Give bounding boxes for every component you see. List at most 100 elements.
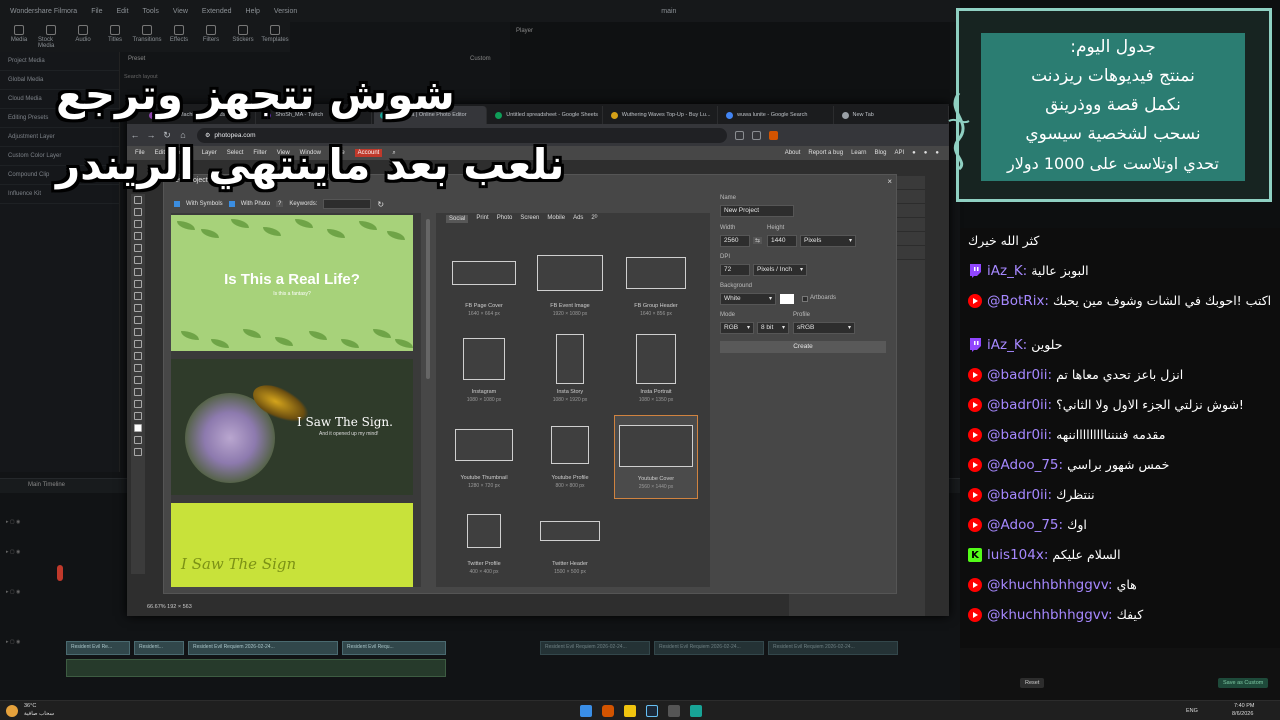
tool-stickers[interactable]: Stickers [230, 22, 256, 52]
tool-templates[interactable]: Templates [261, 22, 289, 52]
menu-version[interactable]: Version [274, 8, 297, 15]
name-input[interactable]: New Project [720, 205, 794, 217]
menu-help[interactable]: Help [246, 8, 260, 15]
bit-depth-select[interactable]: 8 bit [757, 322, 789, 334]
eyedropper-icon[interactable] [134, 256, 142, 264]
foreground-color-icon[interactable] [134, 424, 142, 432]
preset-tile[interactable]: Youtube Cover 2560 × 1440 px [614, 415, 698, 499]
preset-tile[interactable]: Insta Story 1080 × 1920 px [528, 329, 612, 413]
chat-username[interactable]: @khuchhbhhggvv: [987, 577, 1113, 593]
chat-username[interactable]: @khuchhbhhggvv: [987, 607, 1113, 623]
chat-username[interactable]: @badr0ii: [987, 397, 1052, 413]
chat-username[interactable]: iAz_K: [987, 263, 1027, 279]
chat-username[interactable]: luis104x: [987, 547, 1048, 563]
start-icon[interactable] [580, 705, 592, 717]
chat-username[interactable]: iAz_K: [987, 337, 1027, 353]
timeline-clip[interactable]: Resident Evil Requiem 2026-02-24... [768, 641, 898, 655]
home-icon[interactable]: ⌂ [175, 130, 191, 140]
link-report-bug[interactable]: Report a bug [808, 150, 843, 156]
filmora-icon[interactable] [690, 705, 702, 717]
chat-username[interactable]: @Adoo_75: [987, 457, 1063, 473]
preset-tile[interactable]: Twitter Profile 400 × 400 px [442, 501, 526, 585]
clock-date[interactable]: 8/6/2026 [1232, 711, 1253, 717]
preset-tile[interactable]: Twitter Header 1500 × 500 px [528, 501, 612, 585]
brave-icon[interactable] [602, 705, 614, 717]
chat-username[interactable]: @badr0ii: [987, 367, 1052, 383]
chat-username[interactable]: @badr0ii: [987, 487, 1052, 503]
weather-icon[interactable] [6, 705, 18, 717]
tool-effects[interactable]: Effects [166, 22, 192, 52]
width-input[interactable]: 2560 [720, 235, 750, 247]
link-learn[interactable]: Learn [851, 150, 866, 156]
blur-tool-icon[interactable] [134, 328, 142, 336]
chat-username[interactable]: @Adoo_75: [987, 517, 1063, 533]
crop-tool-icon[interactable] [134, 244, 142, 252]
tool-media[interactable]: Media [6, 22, 32, 52]
mode-select[interactable]: RGB [720, 322, 754, 334]
close-icon[interactable]: × [887, 177, 892, 186]
preset-tile[interactable]: Youtube Thumbnail 1280 × 720 px [442, 415, 526, 499]
left-item-project-media[interactable]: Project Media [0, 52, 119, 71]
magic-wand-icon[interactable] [134, 232, 142, 240]
tool-stock-media[interactable]: Stock Media [38, 22, 64, 52]
type-tool-icon[interactable] [134, 364, 142, 372]
file-explorer-icon[interactable] [624, 705, 636, 717]
facebook-icon[interactable]: ● [935, 150, 939, 156]
reddit-icon[interactable]: ● [912, 150, 916, 156]
tool-titles[interactable]: Titles [102, 22, 128, 52]
reset-button[interactable]: Reset [1020, 678, 1045, 688]
split-view-icon[interactable] [752, 130, 761, 140]
preset-tile[interactable]: FB Group Header 1640 × 856 px [614, 243, 698, 327]
link-blog[interactable]: Blog [874, 150, 886, 156]
preset-tile[interactable]: FB Event Image 1920 × 1080 px [528, 243, 612, 327]
browser-tab[interactable]: New Tab [836, 106, 949, 124]
eraser-icon[interactable] [134, 304, 142, 312]
clock-time[interactable]: 7:40 PM [1234, 703, 1254, 709]
tool-audio[interactable]: Audio [70, 22, 96, 52]
background-select[interactable]: White [720, 293, 776, 305]
browser-tab[interactable]: wuwa lunite - Google Search [720, 106, 834, 124]
audio-clip[interactable] [66, 659, 446, 677]
with-photo-checkbox[interactable] [228, 201, 235, 207]
preset-tile[interactable]: Youtube Profile 800 × 800 px [528, 415, 612, 499]
artboards-checkbox[interactable] [802, 296, 808, 302]
zoom-tool-icon[interactable] [134, 412, 142, 420]
dpi-input[interactable]: 72 [720, 264, 750, 276]
tab-print[interactable]: Print [476, 215, 488, 223]
pen-tool-icon[interactable] [134, 352, 142, 360]
browser-tab[interactable]: Untitled spreadsheet - Google Sheets [489, 106, 603, 124]
help-button[interactable]: ? [276, 201, 284, 207]
dodge-tool-icon[interactable] [134, 340, 142, 348]
steam-icon[interactable] [646, 705, 658, 717]
with-symbols-checkbox[interactable] [174, 201, 180, 207]
obs-icon[interactable] [668, 705, 680, 717]
site-info-icon[interactable]: ⚙ [205, 132, 210, 139]
height-input[interactable]: 1440 [767, 235, 797, 247]
keywords-input[interactable] [323, 199, 372, 209]
brush-tool-icon[interactable] [134, 280, 142, 288]
preset-tile[interactable]: Insta Portrait 1080 × 1350 px [614, 329, 698, 413]
gallery-scrollbar[interactable] [426, 219, 430, 379]
menu-extended[interactable]: Extended [202, 8, 232, 15]
chat-username[interactable]: @badr0ii: [987, 427, 1052, 443]
dpi-unit-select[interactable]: Pixels / Inch [753, 264, 807, 276]
link-about[interactable]: About [785, 150, 801, 156]
lasso-tool-icon[interactable] [134, 220, 142, 228]
tab-mobile[interactable]: Mobile [547, 215, 565, 223]
timeline-clip[interactable]: Resident Evil Requiem 2026-02-24... [654, 641, 764, 655]
menu-edit[interactable]: Edit [116, 8, 128, 15]
save-custom-button[interactable]: Save as Custom [1218, 678, 1269, 688]
forward-icon[interactable]: → [143, 130, 159, 140]
menu-file[interactable]: File [91, 8, 102, 15]
refresh-icon[interactable]: ↻ [377, 200, 384, 209]
tab-photo[interactable]: Photo [497, 215, 513, 223]
language-indicator[interactable]: ENG [1186, 708, 1198, 714]
menu-tools[interactable]: Tools [143, 8, 159, 15]
template-card[interactable]: I Saw The Sign. And it opened up my mind… [171, 359, 413, 495]
screen-mode-icon[interactable] [134, 448, 142, 456]
tab-screen[interactable]: Screen [520, 215, 539, 223]
template-card[interactable]: Is This a Real Life? Is this a fantasy? [171, 215, 413, 351]
link-dimensions-icon[interactable]: ⇆ [753, 237, 763, 244]
back-icon[interactable]: ← [127, 130, 143, 140]
timeline-clip[interactable]: Resident Evil Re... [66, 641, 130, 655]
